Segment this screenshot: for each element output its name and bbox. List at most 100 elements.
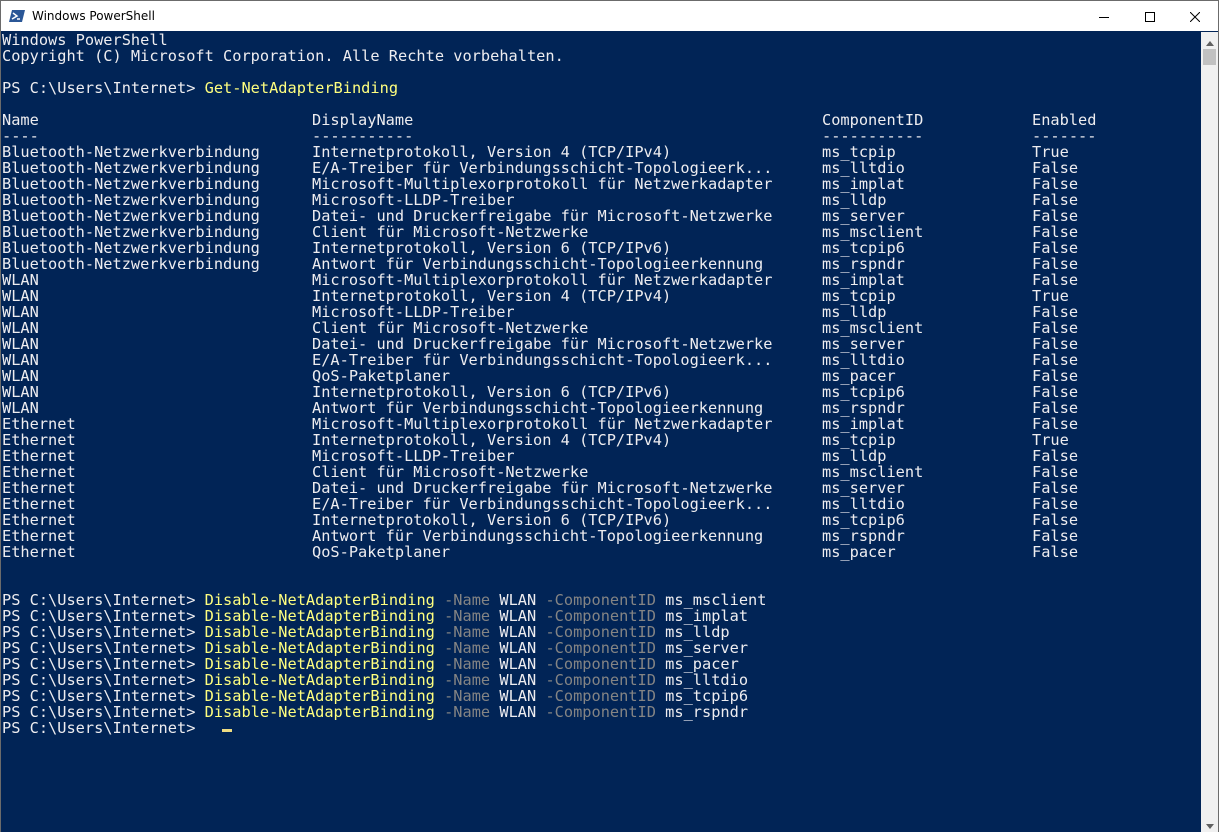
- binding-enabled: False: [1032, 207, 1079, 225]
- binding-name: Bluetooth-Netzwerkverbindung: [2, 175, 260, 193]
- chevron-up-icon: [1205, 31, 1214, 50]
- banner-line: Copyright (C) Microsoft Corporation. All…: [2, 47, 564, 65]
- binding-enabled: False: [1032, 303, 1079, 321]
- binding-enabled: False: [1032, 527, 1079, 545]
- command-line: PS C:\Users\Internet> Disable-NetAdapter…: [2, 640, 748, 656]
- binding-component-id: ms_tcpip6: [822, 383, 905, 401]
- scroll-up-button[interactable]: [1201, 32, 1218, 49]
- vertical-scrollbar[interactable]: [1201, 32, 1218, 832]
- binding-name: Bluetooth-Netzwerkverbindung: [2, 207, 260, 225]
- binding-display-name: Microsoft-Multiplexorprotokoll für Netzw…: [312, 175, 773, 193]
- column-header: Name: [2, 111, 39, 129]
- binding-name: WLAN: [2, 303, 39, 321]
- binding-display-name: Client für Microsoft-Netzwerke: [312, 463, 589, 481]
- binding-component-id: ms_server: [822, 335, 905, 353]
- column-header: DisplayName: [312, 111, 414, 129]
- binding-name: Bluetooth-Netzwerkverbindung: [2, 191, 260, 209]
- binding-component-id: ms_server: [822, 207, 905, 225]
- binding-component-id: ms_lldp: [822, 191, 887, 209]
- binding-display-name: Internetprotokoll, Version 6 (TCP/IPv6): [312, 383, 672, 401]
- table-separator: ---- ----------- ----------- -------: [2, 127, 1096, 145]
- minimize-icon: [1099, 7, 1109, 26]
- binding-display-name: Antwort für Verbindungsschicht-Topologie…: [312, 527, 764, 545]
- binding-component-id: ms_tcpip: [822, 431, 896, 449]
- binding-component-id: ms_lldp: [822, 303, 887, 321]
- binding-component-id: ms_tcpip: [822, 143, 896, 161]
- binding-component-id: ms_server: [822, 479, 905, 497]
- binding-component-id: ms_implat: [822, 415, 905, 433]
- binding-name: Ethernet: [2, 479, 76, 497]
- title-bar[interactable]: Windows PowerShell: [1, 1, 1218, 31]
- binding-enabled: False: [1032, 543, 1079, 561]
- column-separator: ----: [2, 127, 39, 145]
- binding-component-id: ms_lltdio: [822, 159, 905, 177]
- binding-display-name: Internetprotokoll, Version 4 (TCP/IPv4): [312, 143, 672, 161]
- column-separator: -----------: [822, 127, 924, 145]
- binding-name: WLAN: [2, 367, 39, 385]
- binding-component-id: ms_pacer: [822, 543, 896, 561]
- scroll-down-button[interactable]: [1201, 815, 1218, 832]
- column-header: Enabled: [1032, 111, 1097, 129]
- command-line: PS C:\Users\Internet> Get-NetAdapterBind…: [2, 80, 398, 96]
- command-line: PS C:\Users\Internet>: [2, 720, 205, 736]
- binding-component-id: ms_msclient: [822, 223, 924, 241]
- binding-name: Ethernet: [2, 543, 76, 561]
- command-line: PS C:\Users\Internet> Disable-NetAdapter…: [2, 704, 748, 720]
- binding-enabled: False: [1032, 447, 1079, 465]
- binding-display-name: Antwort für Verbindungsschicht-Topologie…: [312, 255, 764, 273]
- binding-enabled: False: [1032, 495, 1079, 513]
- binding-name: Bluetooth-Netzwerkverbindung: [2, 223, 260, 241]
- binding-name: WLAN: [2, 383, 39, 401]
- binding-name: WLAN: [2, 351, 39, 369]
- close-icon: [1189, 7, 1201, 26]
- window-title: Windows PowerShell: [32, 9, 155, 23]
- column-header: ComponentID: [822, 111, 924, 129]
- text-cursor: [222, 729, 232, 732]
- binding-name: Ethernet: [2, 431, 76, 449]
- binding-enabled: False: [1032, 271, 1079, 289]
- binding-display-name: Client für Microsoft-Netzwerke: [312, 223, 589, 241]
- command: Get-NetAdapterBinding: [204, 79, 399, 97]
- binding-enabled: True: [1032, 143, 1069, 161]
- prompt: PS C:\Users\Internet>: [2, 719, 196, 737]
- binding-display-name: Internetprotokoll, Version 4 (TCP/IPv4): [312, 287, 672, 305]
- binding-enabled: False: [1032, 415, 1079, 433]
- command-line: PS C:\Users\Internet> Disable-NetAdapter…: [2, 688, 748, 704]
- binding-name: Ethernet: [2, 447, 76, 465]
- binding-enabled: True: [1032, 287, 1069, 305]
- command-line: PS C:\Users\Internet> Disable-NetAdapter…: [2, 656, 739, 672]
- binding-enabled: False: [1032, 399, 1079, 417]
- binding-name: WLAN: [2, 271, 39, 289]
- table-header: Name DisplayName ComponentID Enabled: [2, 111, 1096, 129]
- parameter-value: ms_rspndr: [665, 703, 749, 721]
- console-output[interactable]: Windows PowerShell Copyright (C) Microso…: [1, 32, 1201, 832]
- binding-component-id: ms_implat: [822, 175, 905, 193]
- powershell-icon[interactable]: [9, 8, 25, 24]
- binding-enabled: False: [1032, 191, 1079, 209]
- binding-name: Ethernet: [2, 527, 76, 545]
- binding-display-name: Microsoft-LLDP-Treiber: [312, 303, 515, 321]
- binding-component-id: ms_rspndr: [822, 399, 905, 417]
- binding-display-name: Datei- und Druckerfreigabe für Microsoft…: [312, 207, 773, 225]
- prompt: PS C:\Users\Internet>: [2, 79, 196, 97]
- command-line: PS C:\Users\Internet> Disable-NetAdapter…: [2, 592, 766, 608]
- binding-name: Ethernet: [2, 511, 76, 529]
- banner-line: Windows PowerShell: [2, 32, 168, 49]
- binding-name: Bluetooth-Netzwerkverbindung: [2, 143, 260, 161]
- binding-enabled: False: [1032, 223, 1079, 241]
- scrollbar-thumb[interactable]: [1203, 49, 1216, 65]
- maximize-button[interactable]: [1127, 1, 1173, 31]
- binding-enabled: True: [1032, 431, 1069, 449]
- binding-component-id: ms_tcpip6: [822, 511, 905, 529]
- binding-name: WLAN: [2, 287, 39, 305]
- binding-component-id: ms_msclient: [822, 319, 924, 337]
- minimize-button[interactable]: [1081, 1, 1127, 31]
- binding-component-id: ms_lldp: [822, 447, 887, 465]
- binding-display-name: QoS-Paketplaner: [312, 543, 451, 561]
- close-button[interactable]: [1172, 1, 1218, 31]
- binding-enabled: False: [1032, 367, 1079, 385]
- binding-component-id: ms_msclient: [822, 463, 924, 481]
- binding-component-id: ms_implat: [822, 271, 905, 289]
- binding-name: Ethernet: [2, 463, 76, 481]
- command-line: PS C:\Users\Internet> Disable-NetAdapter…: [2, 608, 748, 624]
